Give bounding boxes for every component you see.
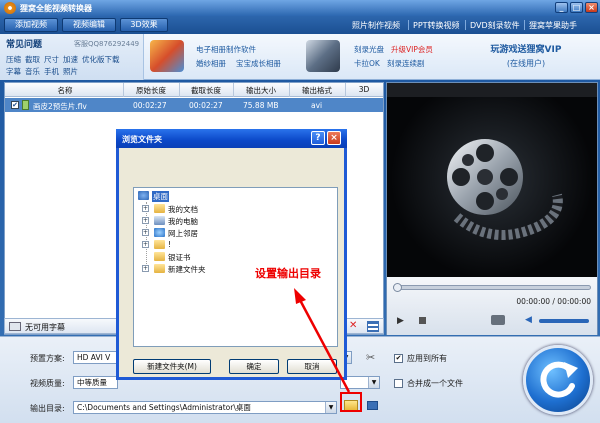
app-window: 狸窝全能视频转换器 _ □ × 添加视频 视频编辑 3D效果 照片制作视频 PP… [0, 0, 600, 423]
annotation-highlight-box [340, 392, 362, 412]
annotation-arrow-icon [294, 288, 351, 393]
